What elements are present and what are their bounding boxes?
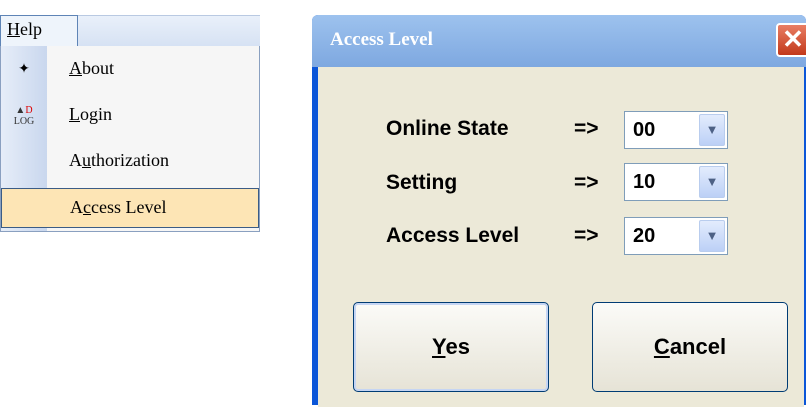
access-level-label: Access Level [386, 224, 520, 247]
access-level-value: 20 [633, 225, 656, 247]
cancel-button[interactable]: Cancel [592, 302, 788, 392]
close-button[interactable]: ✕ [776, 23, 806, 57]
setting-label: Setting [386, 171, 458, 194]
chevron-down-icon[interactable]: ▼ [699, 114, 725, 146]
menu-item-label: Access Level [70, 197, 167, 217]
menu-item-label: About [69, 58, 115, 78]
dialog-body: Online State => 00 ▼ Setting => 10 ▼ Acc… [318, 67, 804, 407]
dialog-title: Access Level [330, 29, 433, 50]
access-level-arrow: => [574, 224, 599, 247]
menu-item-about[interactable]: ✦ About [1, 50, 259, 90]
setting-arrow: => [574, 171, 599, 194]
login-icon: ▲D LOG [13, 105, 35, 127]
dialog-titlebar[interactable]: Access Level [312, 15, 806, 67]
access-level-dialog: Access Level ✕ Online State => 00 ▼ Sett… [312, 15, 806, 407]
chevron-down-icon[interactable]: ▼ [699, 220, 725, 252]
help-menu-dropdown: ✦ About ▲D LOG Login Authorization Access… [0, 46, 260, 232]
online-state-label: Online State [386, 117, 509, 140]
setting-value: 10 [633, 171, 656, 193]
menu-item-label: Login [69, 104, 113, 124]
about-icon: ✦ [18, 62, 30, 77]
close-icon: ✕ [782, 24, 804, 54]
menu-item-login[interactable]: ▲D LOG Login [1, 96, 259, 136]
menu-item-access-level[interactable]: Access Level [1, 188, 259, 228]
menu-item-label: Authorization [69, 150, 169, 170]
access-level-select[interactable]: 20 ▼ [624, 217, 728, 255]
help-menu-title[interactable]: Help [0, 15, 78, 46]
online-state-value: 00 [633, 119, 656, 141]
online-state-arrow: => [574, 117, 599, 140]
setting-select[interactable]: 10 ▼ [624, 163, 728, 201]
yes-button[interactable]: Yes [353, 302, 549, 392]
chevron-down-icon[interactable]: ▼ [699, 166, 725, 198]
menu-item-authorization[interactable]: Authorization [1, 142, 259, 182]
menubar [78, 15, 260, 48]
online-state-select[interactable]: 00 ▼ [624, 111, 728, 149]
